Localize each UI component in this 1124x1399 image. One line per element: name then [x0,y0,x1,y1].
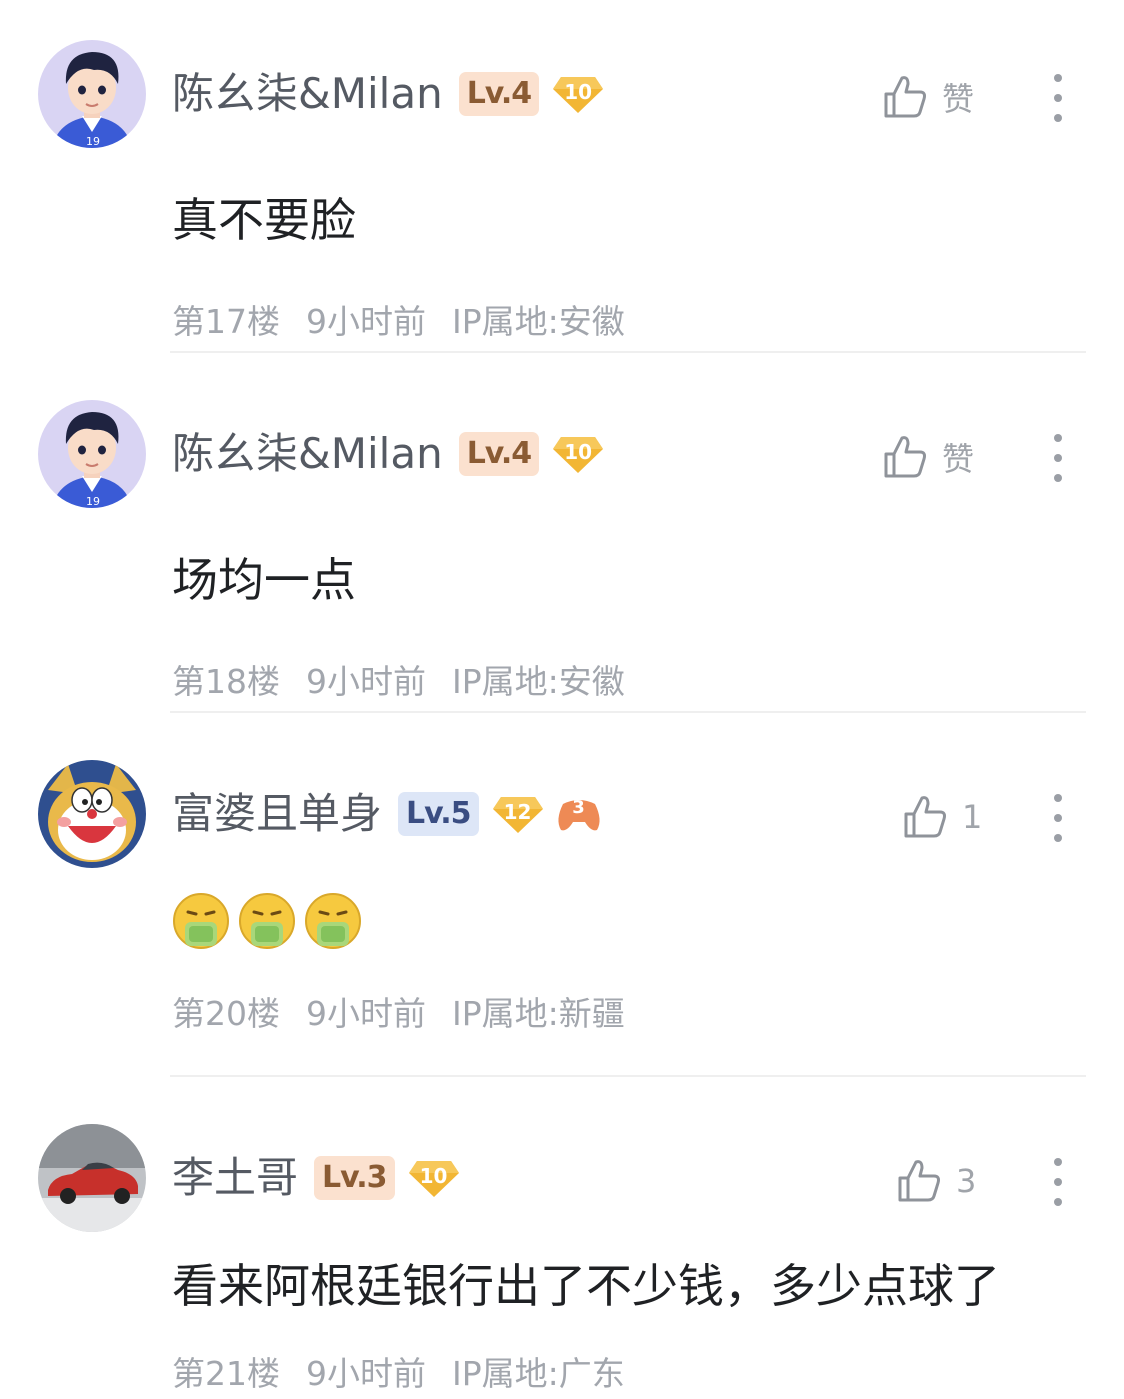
divider [170,1075,1086,1077]
comment-list: 19 陈幺柒&Milan Lv.4 10 赞 真不要脸 第17楼 9小时前 IP… [0,0,1124,1399]
like-label: 赞 [942,80,975,118]
thumbs-up-icon [884,436,926,478]
gem-badge: 10 [407,1157,461,1199]
like-button[interactable]: 1 [902,794,982,840]
gem-number: 10 [564,80,593,104]
floor-number: 第18楼 [172,662,280,701]
avatar[interactable]: 19 [38,400,146,508]
more-options-icon[interactable] [1046,72,1070,124]
post-time: 9小时前 [306,994,426,1033]
ip-location: IP属地:安徽 [452,662,625,701]
svg-text:19: 19 [86,135,100,148]
post-time: 9小时前 [306,302,426,341]
comment-text: 场均一点 [172,553,356,607]
vomit-emoji-icon [172,892,230,954]
gem-badge: 12 [491,793,545,835]
divider [170,711,1086,713]
gem-number: 10 [564,440,593,464]
floor-number: 第20楼 [172,994,280,1033]
vomit-emoji-icon [238,892,296,954]
thumbs-up-icon [898,1160,940,1202]
divider [170,351,1086,353]
username-text[interactable]: 富婆且单身 [172,788,382,840]
svg-text:19: 19 [86,495,100,508]
gem-number: 10 [419,1164,448,1188]
post-time: 9小时前 [306,1354,426,1393]
like-label: 赞 [942,440,975,478]
game-badge-number: 3 [572,797,585,818]
thumbs-up-icon [904,796,946,838]
ip-location: IP属地:广东 [452,1354,625,1393]
level-badge: Lv.4 [458,72,540,116]
avatar[interactable] [38,760,146,868]
ip-location: IP属地:安徽 [452,302,625,341]
level-badge: Lv.4 [458,432,540,476]
like-button[interactable]: 3 [896,1158,976,1204]
avatar[interactable]: 19 [38,40,146,148]
like-button[interactable]: 赞 [882,434,974,480]
username-text[interactable]: 李土哥 [172,1152,298,1204]
vomit-emoji-icon [304,892,362,954]
more-options-icon[interactable] [1046,792,1070,844]
username[interactable]: 李土哥 Lv.3 10 [172,1152,461,1204]
comment-item: 李土哥 Lv.3 10 3 看来阿根廷银行出了不少钱，多少点球了 第21楼 9小时… [0,1124,1124,1399]
comment-meta: 第17楼 9小时前 IP属地:安徽 [172,302,651,342]
username-text[interactable]: 陈幺柒&Milan [172,68,443,120]
floor-number: 第17楼 [172,302,280,341]
username[interactable]: 富婆且单身 Lv.5 12 3 [172,788,603,840]
gem-badge: 10 [551,73,605,115]
level-badge: Lv.5 [398,792,479,836]
comment-item: 19 陈幺柒&Milan Lv.4 10 [0,40,1124,342]
username[interactable]: 陈幺柒&Milan Lv.4 10 [172,428,605,480]
floor-number: 第21楼 [172,1354,280,1393]
gem-number: 12 [503,800,532,824]
gem-badge: 10 [551,433,605,475]
like-button[interactable]: 赞 [882,74,974,120]
username[interactable]: 陈幺柒&Milan Lv.4 10 [172,68,605,120]
comment-meta: 第21楼 9小时前 IP属地:广东 [172,1354,651,1394]
avatar[interactable] [38,1124,146,1232]
username-text[interactable]: 陈幺柒&Milan [172,428,443,480]
comment-meta: 第20楼 9小时前 IP属地:新疆 [172,994,651,1034]
comment-text: 看来阿根廷银行出了不少钱，多少点球了 [172,1259,1000,1313]
comment-item: 19 陈幺柒&Milan Lv.4 10 [0,400,1124,702]
more-options-icon[interactable] [1046,1156,1070,1208]
like-count: 1 [962,798,983,836]
comment-meta: 第18楼 9小时前 IP属地:安徽 [172,662,651,702]
more-options-icon[interactable] [1046,432,1070,484]
thumbs-up-icon [884,76,926,118]
ip-location: IP属地:新疆 [452,994,625,1033]
emoji-row [172,892,370,954]
level-badge: Lv.3 [314,1156,395,1200]
comment-item: 富婆且单身 Lv.5 12 3 1 第20楼 9小时前 IP属地:新疆 [0,760,1124,1060]
game-badge: 3 [555,794,603,834]
comment-text: 真不要脸 [172,193,356,247]
like-count: 3 [956,1162,977,1200]
post-time: 9小时前 [306,662,426,701]
